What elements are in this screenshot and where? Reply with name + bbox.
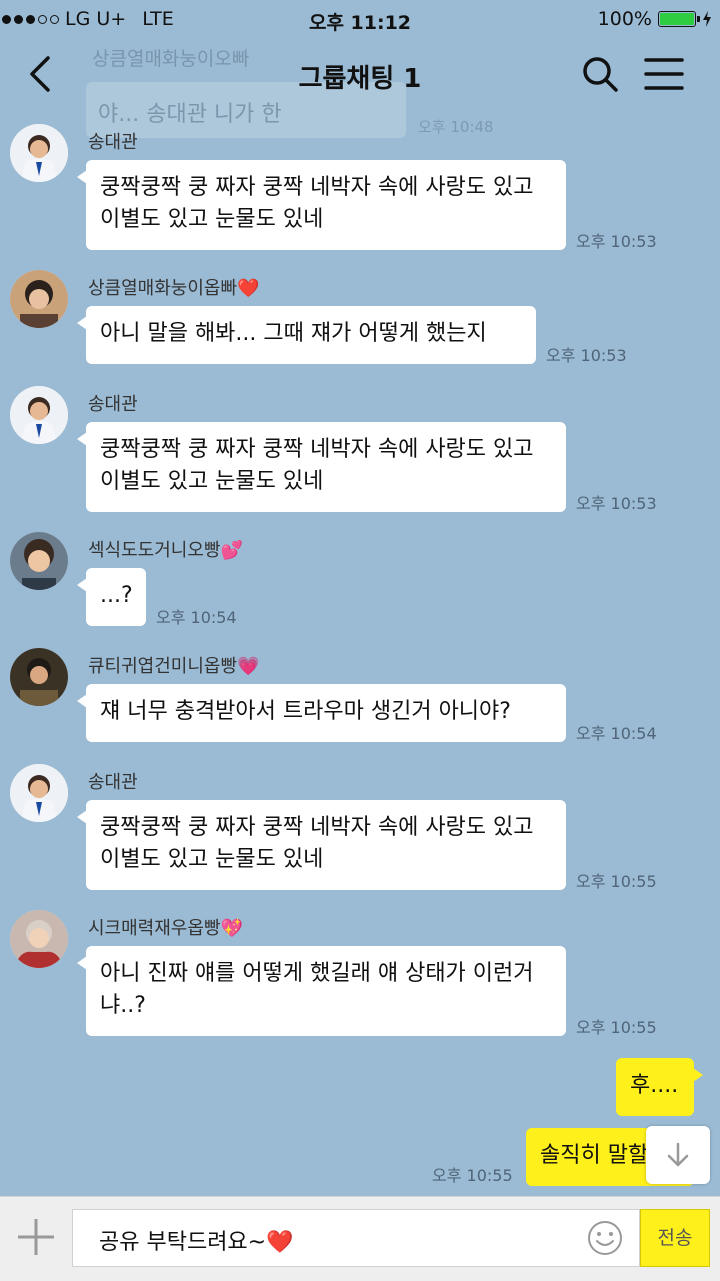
sender-name: 상큼열매화눙이옵빠❤️ [88, 278, 260, 299]
message-time: 오후 10:54 [156, 608, 237, 627]
menu-button[interactable] [642, 52, 686, 96]
message-text: 솔직히 말할 [540, 1143, 649, 1168]
sender-name: 송대관 [88, 772, 138, 793]
battery-icon [658, 11, 700, 27]
plus-icon [18, 1219, 54, 1255]
message-time: 오후 10:53 [576, 232, 657, 251]
attach-button[interactable] [14, 1215, 58, 1259]
message-input[interactable]: 공유 부탁드려요~❤️ [72, 1209, 640, 1267]
message-text: 쿵짝쿵짝 쿵 짜자 쿵짝 네박자 속에 사랑도 있고 이별도 있고 눈물도 있네 [100, 815, 534, 872]
ghost-time: 오후 10:48 [418, 118, 494, 136]
sender-name: 송대관 [88, 132, 138, 153]
avatar[interactable] [10, 648, 68, 706]
message-text: 아니 말을 해봐... 그때 쟤가 어떻게 했는지 [100, 321, 487, 346]
message-bubble[interactable]: 쟤 너무 충격받아서 트라우마 생긴거 아니야? [77, 684, 566, 742]
ghost-message-text: 야... 송대관 니가 한 [98, 102, 282, 127]
message-time: 오후 10:54 [576, 724, 657, 743]
search-icon [583, 57, 618, 92]
sender-name: 큐티귀엽건미니옵빵💗 [88, 656, 260, 677]
send-button[interactable]: 전송 [640, 1209, 710, 1267]
smiley-icon [588, 1221, 622, 1255]
sender-name: 시크매력재우옵빵💖 [88, 918, 243, 939]
status-right: 100% [598, 8, 712, 30]
message-text: 쿵짝쿵짝 쿵 짜자 쿵짝 네박자 속에 사랑도 있고 이별도 있고 눈물도 있네 [100, 175, 534, 232]
arrow-down-icon [667, 1142, 689, 1167]
message-time: 오후 10:53 [546, 346, 627, 365]
avatar[interactable] [10, 270, 68, 328]
message-text: ...? [100, 583, 133, 608]
message-bubble[interactable]: 아니 말을 해봐... 그때 쟤가 어떻게 했는지 [77, 306, 536, 364]
message-time: 오후 10:55 [432, 1166, 513, 1185]
message-bubble[interactable]: 쿵짝쿵짝 쿵 짜자 쿵짝 네박자 속에 사랑도 있고 이별도 있고 눈물도 있네 [77, 422, 566, 512]
avatar[interactable] [10, 764, 68, 822]
avatar[interactable] [10, 910, 68, 968]
emoticon-button[interactable] [587, 1220, 623, 1256]
hamburger-menu-icon [644, 58, 684, 90]
message-input-text: 공유 부탁드려요~❤️ [99, 1230, 294, 1255]
message-text: 쿵짝쿵짝 쿵 짜자 쿵짝 네박자 속에 사랑도 있고 이별도 있고 눈물도 있네 [100, 437, 534, 494]
message-text: 아니 진짜 얘를 어떻게 했길래 얘 상태가 이런거냐..? [100, 961, 534, 1018]
message-text: 쟤 너무 충격받아서 트라우마 생긴거 아니야? [100, 699, 511, 724]
message-time: 오후 10:55 [576, 1018, 657, 1037]
sender-name: 송대관 [88, 394, 138, 415]
avatar[interactable] [10, 532, 68, 590]
status-bar: LG U+ LTE 오후 11:12 100% [0, 0, 720, 36]
message-time: 오후 10:55 [576, 872, 657, 891]
message-text: 후.... [630, 1073, 679, 1098]
message-bubble[interactable]: 아니 진짜 얘를 어떻게 했길래 얘 상태가 이런거냐..? [77, 946, 566, 1036]
scroll-to-bottom-button[interactable] [646, 1126, 710, 1184]
battery-percent: 100% [597, 8, 652, 30]
message-input-bar: 공유 부탁드려요~❤️ 전송 [0, 1196, 720, 1281]
message-bubble[interactable]: 쿵짝쿵짝 쿵 짜자 쿵짝 네박자 속에 사랑도 있고 이별도 있고 눈물도 있네 [77, 160, 566, 250]
avatar[interactable] [10, 386, 68, 444]
charging-icon [703, 11, 711, 27]
message-bubble[interactable]: 쿵짝쿵짝 쿵 짜자 쿵짝 네박자 속에 사랑도 있고 이별도 있고 눈물도 있네 [77, 800, 566, 890]
search-button[interactable] [578, 52, 622, 96]
message-bubble[interactable]: ...? [77, 568, 146, 626]
chat-header: 상큼열매화눙이오빠 야... 송대관 니가 한 오후 10:48 그룹채팅 1 [0, 36, 720, 138]
sender-name: 섹식도도거니오빵💕 [88, 540, 243, 561]
message-time: 오후 10:53 [576, 494, 657, 513]
avatar[interactable] [10, 124, 68, 182]
my-message-bubble[interactable]: 후.... [616, 1058, 703, 1116]
